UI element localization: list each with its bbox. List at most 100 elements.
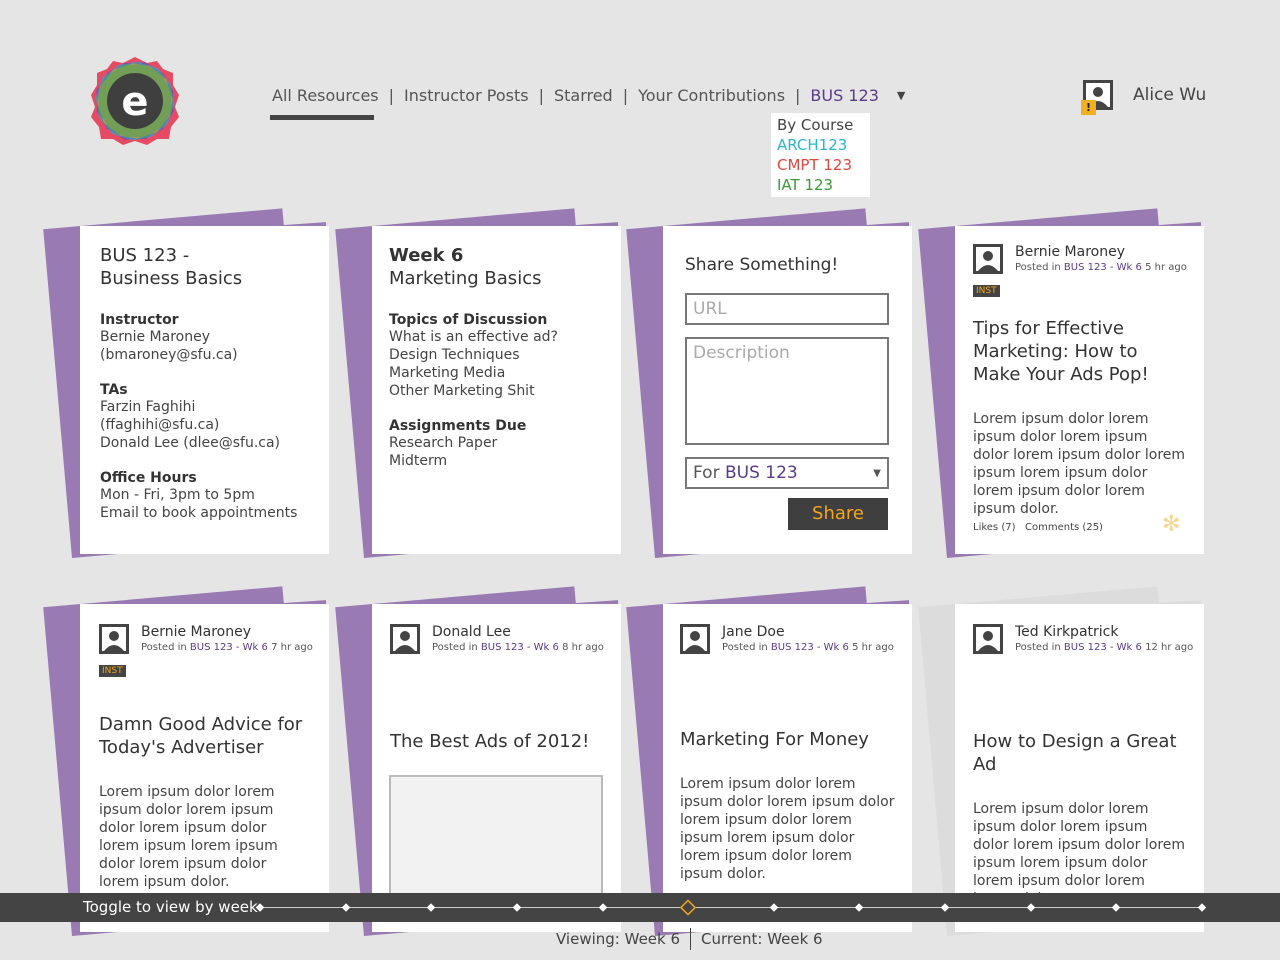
comments-count[interactable]: Comments (25) <box>1025 522 1103 533</box>
current-week-marker[interactable] <box>679 899 697 916</box>
description-input[interactable]: Description <box>685 337 889 445</box>
main-nav: All Resources | Instructor Posts | Starr… <box>272 86 905 105</box>
nav-instructor-posts[interactable]: Instructor Posts <box>404 86 529 105</box>
post-card[interactable]: Ted Kirkpatrick Posted in BUS 123 - Wk 6… <box>918 586 1204 936</box>
share-title: Share Something! <box>685 255 839 275</box>
post-author[interactable]: Donald Lee <box>432 624 604 640</box>
office-hours-time: Mon - Fri, 3pm to 5pm <box>100 487 255 503</box>
course-select[interactable]: For BUS 123 ▼ <box>685 457 889 489</box>
post-header: INST Bernie Maroney Posted in BUS 123 - … <box>973 244 1187 297</box>
week-marker[interactable] <box>512 903 522 912</box>
post-title[interactable]: Tips for Effective Marketing: How to Mak… <box>973 317 1186 386</box>
timeline-track[interactable] <box>0 893 1280 922</box>
post-course-link[interactable]: BUS 123 - Wk 6 <box>771 642 849 653</box>
post-course-link[interactable]: BUS 123 - Wk 6 <box>1064 642 1142 653</box>
for-label: For <box>693 463 720 483</box>
post-author[interactable]: Jane Doe <box>722 624 894 640</box>
week-marker[interactable] <box>255 903 265 912</box>
week-marker[interactable] <box>341 903 351 912</box>
dropdown-option-iat123[interactable]: IAT 123 <box>777 175 870 195</box>
post-course-link[interactable]: BUS 123 - Wk 6 <box>190 642 268 653</box>
course-title: BUS 123 - <box>100 245 190 266</box>
week-marker[interactable] <box>1197 903 1207 912</box>
instructor-badge: INST <box>99 665 126 677</box>
share-button[interactable]: Share <box>788 498 888 530</box>
post-body: Lorem ipsum dolor lorem ipsum dolor lore… <box>973 411 1186 517</box>
post-body: Lorem ipsum dolor lorem ipsum dolor lore… <box>973 801 1186 907</box>
post-card[interactable]: Donald Lee Posted in BUS 123 - Wk 6 8 hr… <box>335 586 621 936</box>
for-course: BUS 123 <box>724 463 798 483</box>
nav-separator: | <box>388 86 395 105</box>
user-avatar-icon <box>680 624 710 654</box>
course-dropdown: By Course ARCH123 CMPT 123 IAT 123 <box>771 113 870 197</box>
week-marker[interactable] <box>426 903 436 912</box>
url-input[interactable]: URL <box>685 293 889 325</box>
instructor-email: (bmaroney@sfu.ca) <box>100 347 238 363</box>
dropdown-option-arch123[interactable]: ARCH123 <box>777 135 870 155</box>
warning-icon: ! <box>1081 100 1096 115</box>
week-marker[interactable] <box>598 903 608 912</box>
likes-count[interactable]: Likes (7) <box>973 522 1016 533</box>
chevron-down-icon[interactable]: ▼ <box>897 89 905 102</box>
nav-course-selector[interactable]: BUS 123 <box>810 86 878 105</box>
nav-your-contributions[interactable]: Your Contributions <box>638 86 785 105</box>
post-meta: Posted in BUS 123 - Wk 6 12 hr ago <box>1015 642 1194 653</box>
nav-starred[interactable]: Starred <box>554 86 613 105</box>
post-course-link[interactable]: BUS 123 - Wk 6 <box>481 642 559 653</box>
post-author[interactable]: Bernie Maroney <box>1015 244 1187 260</box>
week-marker[interactable] <box>769 903 779 912</box>
post-title[interactable]: Marketing For Money <box>680 728 895 751</box>
post-title[interactable]: The Best Ads of 2012! <box>390 730 603 753</box>
post-course-link[interactable]: BUS 123 - Wk 6 <box>1064 262 1142 273</box>
week-marker[interactable] <box>1111 903 1121 912</box>
divider <box>690 928 692 950</box>
post-card[interactable]: Jane Doe Posted in BUS 123 - Wk 6 5 hr a… <box>626 586 912 936</box>
post-meta: Posted in BUS 123 - Wk 6 5 hr ago <box>722 642 894 653</box>
viewing-week: Viewing: Week 6 <box>556 930 681 948</box>
post-header: Jane Doe Posted in BUS 123 - Wk 6 5 hr a… <box>680 624 895 654</box>
topic-item: Other Marketing Shit <box>389 383 535 399</box>
assignment-item: Midterm <box>389 453 448 469</box>
post-meta: Posted in BUS 123 - Wk 6 7 hr ago <box>141 642 313 653</box>
week-marker[interactable] <box>1026 903 1036 912</box>
nav-separator: | <box>538 86 544 105</box>
post-meta: Posted in BUS 123 - Wk 6 8 hr ago <box>432 642 604 653</box>
week-timeline: Toggle to view by week <box>0 893 1280 922</box>
nav-separator: | <box>622 86 629 105</box>
user-avatar-icon <box>973 244 1003 274</box>
office-hours-label: Office Hours <box>100 470 197 486</box>
post-image-placeholder[interactable] <box>389 775 603 895</box>
active-tab-indicator <box>270 115 374 120</box>
assignments-label: Assignments Due <box>389 418 527 434</box>
week-marker[interactable] <box>854 903 864 912</box>
dropdown-title: By Course <box>777 116 854 134</box>
week-title: Week 6 <box>389 245 464 266</box>
dropdown-option-cmpt123[interactable]: CMPT 123 <box>777 155 870 175</box>
post-title[interactable]: Damn Good Advice for Today's Advertiser <box>99 713 310 759</box>
post-title[interactable]: How to Design a Great Ad <box>973 730 1186 776</box>
logo-letter: e <box>121 79 148 125</box>
topic-item: What is an effective ad? <box>389 329 558 345</box>
chevron-down-icon: ▼ <box>873 467 881 479</box>
user-avatar-icon <box>390 624 420 654</box>
ta-item: Donald Lee (dlee@sfu.ca) <box>100 435 281 451</box>
user-profile[interactable]: ! Alice Wu <box>1081 80 1206 115</box>
post-card[interactable]: INST Bernie Maroney Posted in BUS 123 - … <box>918 208 1204 558</box>
nav-separator: | <box>795 86 801 105</box>
week-marker[interactable] <box>940 903 950 912</box>
post-author[interactable]: Bernie Maroney <box>141 624 313 640</box>
topic-item: Marketing Media <box>389 365 506 381</box>
star-icon[interactable]: ✻ <box>1162 512 1180 537</box>
post-author[interactable]: Ted Kirkpatrick <box>1015 624 1193 640</box>
avatar[interactable]: ! <box>1081 80 1113 115</box>
post-card[interactable]: INST Bernie Maroney Posted in BUS 123 - … <box>43 586 329 936</box>
post-body: Lorem ipsum dolor lorem ipsum dolor lore… <box>99 784 278 890</box>
app-logo[interactable]: e <box>90 56 180 146</box>
post-body: Lorem ipsum dolor lorem ipsum dolor lore… <box>680 776 895 882</box>
office-hours-note: Email to book appointments <box>100 505 298 521</box>
current-week: Current: Week 6 <box>701 930 823 948</box>
course-subtitle: Business Basics <box>100 268 243 289</box>
user-name[interactable]: Alice Wu <box>1133 85 1206 105</box>
post-header: Ted Kirkpatrick Posted in BUS 123 - Wk 6… <box>973 624 1193 654</box>
nav-all-resources[interactable]: All Resources <box>272 86 379 105</box>
